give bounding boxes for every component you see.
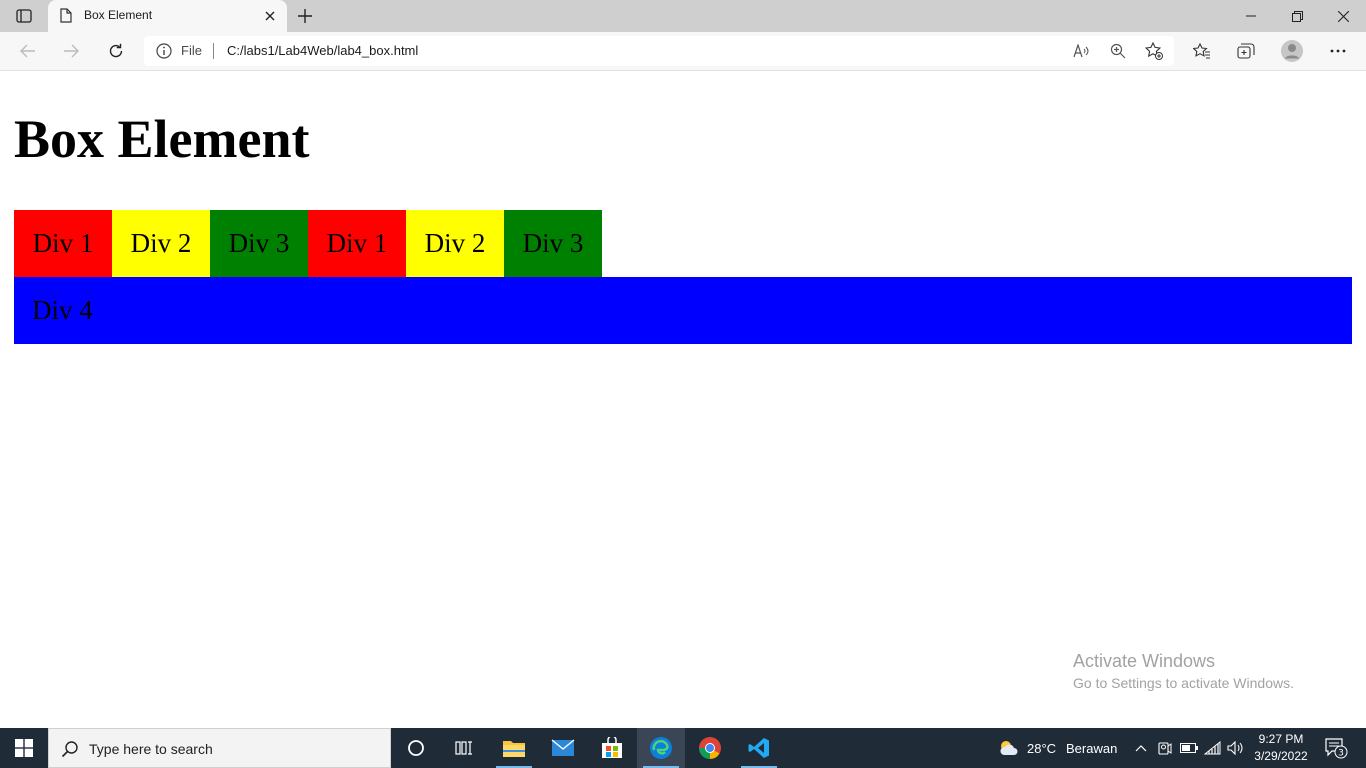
settings-menu-icon[interactable]: [1324, 38, 1352, 64]
notification-center-icon[interactable]: 3: [1323, 738, 1349, 759]
box-div-2: Div 2: [406, 210, 504, 277]
tab-strip: Box Element: [0, 0, 1366, 32]
mail-icon[interactable]: [539, 728, 587, 768]
volume-icon[interactable]: [1226, 738, 1246, 758]
edge-browser-icon[interactable]: [637, 728, 685, 768]
address-bar[interactable]: File C:/labs1/Lab4Web/lab4_box.html: [144, 36, 1174, 66]
box-div-1: Div 1: [308, 210, 406, 277]
tab-actions-icon[interactable]: [10, 7, 38, 25]
collections-icon[interactable]: [1232, 38, 1260, 64]
zoom-icon[interactable]: [1107, 40, 1129, 62]
search-placeholder: Type here to search: [89, 741, 213, 757]
page-icon: [60, 8, 74, 24]
box-div-1: Div 1: [14, 210, 112, 277]
profile-avatar[interactable]: [1278, 38, 1306, 64]
show-hidden-icons-chevron-icon[interactable]: [1131, 738, 1151, 758]
inline-box-row: Div 1 Div 2 Div 3 Div 1 Div 2 Div 3: [14, 210, 602, 277]
taskbar-search-box[interactable]: Type here to search: [48, 728, 391, 768]
scheme-label: File: [181, 43, 202, 58]
clock-date: 3/29/2022: [1254, 749, 1308, 763]
box-div-4: Div 4: [14, 277, 1352, 344]
vscode-icon[interactable]: [735, 728, 783, 768]
start-button[interactable]: [0, 728, 48, 768]
box-div-3: Div 3: [210, 210, 308, 277]
favorites-icon[interactable]: [1188, 38, 1216, 64]
restore-button[interactable]: [1274, 0, 1320, 32]
browser-toolbar: File C:/labs1/Lab4Web/lab4_box.html: [0, 32, 1366, 71]
close-tab-icon[interactable]: [262, 8, 278, 24]
back-button[interactable]: [14, 38, 42, 64]
box-div-3: Div 3: [504, 210, 602, 277]
watermark-subtitle: Go to Settings to activate Windows.: [1073, 675, 1294, 691]
cortana-icon[interactable]: [392, 728, 440, 768]
new-tab-button[interactable]: [295, 6, 315, 26]
taskbar: Type here to search 28°C Berawan 9:27 PM…: [0, 728, 1366, 768]
weather-icon[interactable]: [998, 738, 1020, 758]
browser-tab[interactable]: Box Element: [48, 0, 287, 32]
clock-time: 9:27 PM: [1258, 732, 1304, 746]
page-heading: Box Element: [14, 109, 310, 169]
close-window-button[interactable]: [1320, 0, 1366, 32]
forward-button[interactable]: [57, 38, 85, 64]
windows-logo-icon: [15, 739, 33, 757]
address-divider: [213, 43, 214, 59]
tab-title: Box Element: [84, 8, 153, 22]
box-div-2: Div 2: [112, 210, 210, 277]
notification-count: 3: [1338, 749, 1344, 759]
activate-windows-watermark: Activate Windows Go to Settings to activ…: [1073, 651, 1294, 691]
weather-description[interactable]: Berawan: [1066, 741, 1117, 756]
microsoft-store-icon[interactable]: [588, 728, 636, 768]
chrome-icon[interactable]: [686, 728, 734, 768]
meet-now-icon[interactable]: [1155, 738, 1175, 758]
weather-temperature[interactable]: 28°C: [1027, 741, 1056, 756]
info-icon[interactable]: [156, 43, 172, 59]
url-text[interactable]: C:/labs1/Lab4Web/lab4_box.html: [227, 43, 418, 58]
add-favorite-icon[interactable]: [1143, 40, 1165, 62]
minimize-button[interactable]: [1228, 0, 1274, 32]
wifi-icon[interactable]: [1203, 738, 1223, 758]
system-clock[interactable]: 9:27 PM 3/29/2022: [1252, 731, 1310, 765]
task-view-icon[interactable]: [440, 728, 488, 768]
battery-icon[interactable]: [1179, 738, 1199, 758]
search-icon: [61, 740, 79, 758]
read-aloud-icon[interactable]: [1071, 40, 1093, 62]
watermark-title: Activate Windows: [1073, 651, 1216, 671]
file-explorer-icon[interactable]: [490, 728, 538, 768]
refresh-button[interactable]: [102, 38, 130, 64]
